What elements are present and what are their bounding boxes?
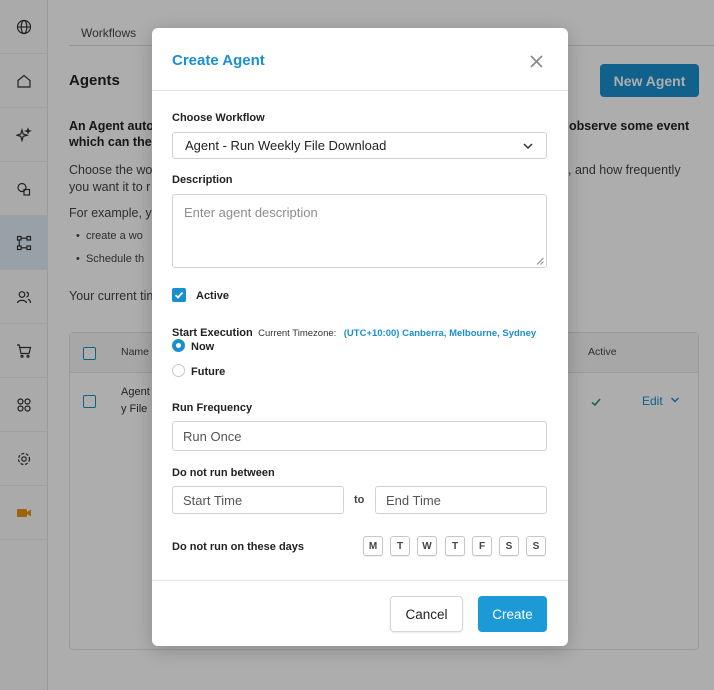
resize-grip-icon[interactable] (536, 257, 544, 265)
dialog-footer: Cancel Create (152, 580, 568, 646)
day-tuesday-toggle[interactable]: T (390, 536, 410, 556)
dialog-header: Create Agent (152, 28, 568, 91)
start-time-input[interactable] (172, 486, 344, 514)
close-button[interactable] (525, 50, 547, 72)
dialog-title: Create Agent (172, 52, 265, 69)
create-button[interactable]: Create (478, 596, 547, 632)
radio-now-label[interactable]: Now (191, 341, 214, 353)
radio-future[interactable] (172, 364, 185, 377)
description-textarea[interactable] (172, 194, 547, 268)
do-not-run-between-label: Do not run between (172, 467, 275, 479)
timezone-label: Current Timezone: (258, 328, 337, 339)
cancel-button[interactable]: Cancel (390, 596, 463, 632)
end-time-input[interactable] (375, 486, 547, 514)
day-friday-toggle[interactable]: F (472, 536, 492, 556)
workflow-label: Choose Workflow (172, 112, 265, 124)
workflow-select[interactable]: Agent - Run Weekly File Download (172, 132, 547, 159)
timezone-value: (UTC+10:00) Canberra, Melbourne, Sydney (343, 328, 537, 339)
start-execution-label: Start Execution (172, 327, 253, 339)
create-agent-dialog: Create Agent Choose Workflow Agent - Run… (152, 28, 568, 646)
radio-future-label[interactable]: Future (191, 366, 225, 378)
run-frequency-input[interactable] (172, 421, 547, 451)
run-frequency-label: Run Frequency (172, 402, 253, 414)
description-label: Description (172, 174, 233, 186)
day-thursday-toggle[interactable]: T (445, 536, 465, 556)
checkmark-icon (174, 291, 184, 299)
start-execution-row: Start Execution Current Timezone: (UTC+1… (172, 323, 536, 341)
days-label: Do not run on these days (172, 541, 305, 553)
day-wednesday-toggle[interactable]: W (417, 536, 437, 556)
to-label: to (354, 494, 365, 506)
active-checkbox[interactable] (172, 288, 186, 302)
day-saturday-toggle[interactable]: S (499, 536, 519, 556)
chevron-down-icon (523, 143, 533, 150)
active-label: Active (196, 290, 230, 302)
day-monday-toggle[interactable]: M (363, 536, 383, 556)
radio-now[interactable] (172, 339, 185, 352)
close-icon (529, 54, 543, 68)
day-sunday-toggle[interactable]: S (526, 536, 546, 556)
workflow-select-value: Agent - Run Weekly File Download (185, 138, 387, 153)
